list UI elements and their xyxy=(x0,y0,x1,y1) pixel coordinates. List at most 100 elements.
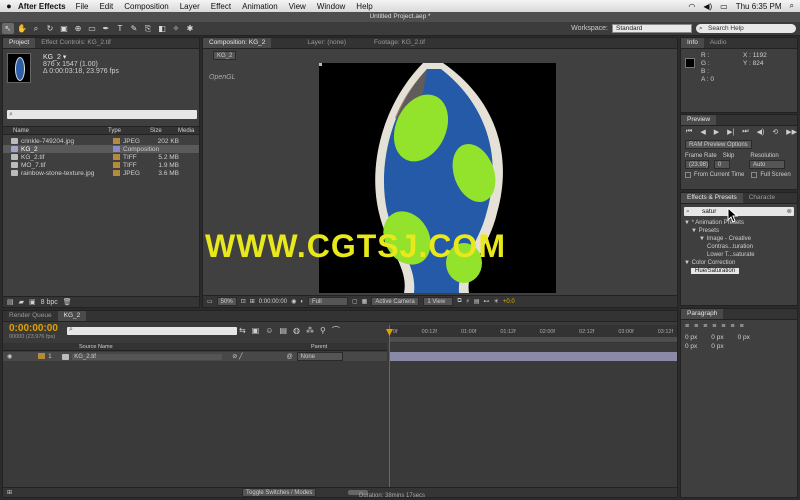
clock[interactable]: Thu 6:35 PM xyxy=(736,2,782,11)
trash-icon[interactable]: 🗑 xyxy=(63,298,72,306)
tree-item[interactable]: Lower T...saturate xyxy=(681,251,797,259)
justify-right-icon[interactable]: ≡ xyxy=(730,323,734,330)
label-swatch[interactable] xyxy=(113,138,120,144)
roto-tool-icon[interactable]: ✧ xyxy=(170,23,182,34)
layer-duration-bar[interactable] xyxy=(389,352,677,361)
from-current-checkbox[interactable] xyxy=(685,172,691,178)
timeline-timecode[interactable]: 0:00:00:00 xyxy=(9,323,58,334)
new-composition-icon[interactable]: ▣ xyxy=(29,298,36,306)
pickwhip-icon[interactable]: @ xyxy=(287,354,293,360)
align-right-icon[interactable]: ≡ xyxy=(703,323,707,330)
expand-switches-icon[interactable]: ⊞ xyxy=(7,489,12,496)
menu-composition[interactable]: Composition xyxy=(124,2,168,11)
apple-icon[interactable]: ● xyxy=(0,1,18,11)
pen-tool-icon[interactable]: ✒ xyxy=(100,23,112,34)
loop-icon[interactable]: ⟲ xyxy=(772,128,778,136)
always-preview-icon[interactable]: ▭ xyxy=(207,298,213,305)
region-of-interest-icon[interactable]: ▢ xyxy=(352,298,358,305)
list-item[interactable]: rainbow-stone-texture.jpg JPEG 3.6 MB xyxy=(3,169,199,177)
bit-depth-button[interactable]: 8 bpc xyxy=(41,299,58,306)
menu-help[interactable]: Help xyxy=(356,2,372,11)
layer-row[interactable]: ◉ 1 KG_2.tif ⊘ ╱ @ None xyxy=(3,352,387,361)
list-item[interactable]: crinkle-749204.jpg JPEG 202 KB xyxy=(3,137,199,145)
app-menu[interactable]: After Effects xyxy=(18,2,66,11)
switches-icon[interactable]: ⊘ ╱ xyxy=(232,353,242,360)
tab-audio[interactable]: Audio xyxy=(704,38,733,48)
motion-blur-icon[interactable]: ◍ xyxy=(293,326,300,335)
volume-icon[interactable]: ◀) xyxy=(703,2,712,11)
wifi-icon[interactable]: ◠ xyxy=(688,2,695,11)
frame-rate-select[interactable]: (23.98) xyxy=(685,160,709,169)
indent-left-field[interactable]: 0 px xyxy=(685,333,697,342)
align-center-icon[interactable]: ≡ xyxy=(694,323,698,330)
search-help-input[interactable]: ⌕ Search Help xyxy=(696,24,796,33)
project-search-input[interactable]: ⌕ xyxy=(7,110,197,119)
tree-item[interactable]: ▼ Color Correction xyxy=(681,259,797,267)
full-screen-checkbox[interactable] xyxy=(751,172,758,178)
menu-edit[interactable]: Edit xyxy=(99,2,113,11)
justify-center-icon[interactable]: ≡ xyxy=(721,323,725,330)
rotate-tool-icon[interactable]: ↻ xyxy=(44,23,56,34)
mask-tool-icon[interactable]: ▭ xyxy=(86,23,98,34)
interpret-footage-icon[interactable]: ▤ xyxy=(7,298,14,306)
prev-frame-icon[interactable]: ◀ xyxy=(700,128,705,136)
flowchart-icon[interactable]: ⊷ xyxy=(484,298,490,305)
label-swatch[interactable] xyxy=(113,170,120,176)
tree-item[interactable]: ▼ Image - Creative xyxy=(681,235,797,243)
ram-preview-options-select[interactable]: RAM Preview Options xyxy=(685,140,752,149)
column-size[interactable]: Size xyxy=(150,128,178,134)
tab-effects-presets[interactable]: Effects & Presets xyxy=(681,193,743,203)
indent-first-field[interactable]: 0 px xyxy=(738,333,750,342)
tab-footage[interactable]: Footage: KG_2.tif xyxy=(368,38,431,48)
frame-blending-icon[interactable]: ▤ xyxy=(279,326,287,335)
tree-item[interactable]: ▼ Presets xyxy=(681,227,797,235)
tab-composition[interactable]: Composition: KG_2 xyxy=(203,38,272,48)
audio-icon[interactable]: ◀) xyxy=(757,128,765,136)
justify-left-icon[interactable]: ≡ xyxy=(712,323,716,330)
playhead[interactable] xyxy=(389,325,390,487)
tab-render-queue[interactable]: Render Queue xyxy=(3,311,58,321)
brush-tool-icon[interactable]: ✎ xyxy=(128,23,140,34)
lock-icon[interactable]: ⚲ xyxy=(320,326,326,335)
ram-preview-icon[interactable]: ▶▶ xyxy=(786,128,797,136)
text-tool-icon[interactable]: T xyxy=(114,23,126,34)
zoom-tool-icon[interactable]: ⌕ xyxy=(30,23,42,34)
pan-behind-tool-icon[interactable]: ⊕ xyxy=(72,23,84,34)
work-area-bar[interactable] xyxy=(389,337,677,342)
justify-all-icon[interactable]: ≡ xyxy=(740,323,744,330)
tab-project[interactable]: Project xyxy=(3,38,36,48)
comp-subtab[interactable]: KG_2 xyxy=(213,50,237,60)
list-item[interactable]: KG_2.tif TIFF 5.2 MB xyxy=(3,153,199,161)
tab-paragraph[interactable]: Paragraph xyxy=(681,309,724,319)
brainstorm-icon[interactable]: ⁂ xyxy=(306,326,314,335)
resolution-select[interactable]: Full xyxy=(307,297,348,306)
layer-name[interactable]: KG_2.tif xyxy=(72,353,223,360)
snapshot-icon[interactable]: ◉ xyxy=(291,298,296,305)
fast-previews-icon[interactable]: ⚡ xyxy=(466,298,470,305)
column-source-name[interactable]: Source Name xyxy=(79,344,311,350)
list-item[interactable]: MO_7.tif TIFF 1.9 MB xyxy=(3,161,199,169)
skip-select[interactable]: 0 xyxy=(714,160,730,169)
exposure-icon[interactable]: ☀ xyxy=(494,298,499,305)
next-frame-icon[interactable]: ▶| xyxy=(727,128,734,136)
time-ruler[interactable]: 0f 00:12f 01:00f 01:12f 02:00f 02:12f 03… xyxy=(389,325,677,343)
hand-tool-icon[interactable]: ✋ xyxy=(16,23,28,34)
menu-layer[interactable]: Layer xyxy=(180,2,200,11)
menu-window[interactable]: Window xyxy=(317,2,345,11)
selection-tool-icon[interactable]: ↖ xyxy=(2,23,14,34)
shy-layers-icon[interactable]: ☺ xyxy=(265,326,273,335)
visibility-icon[interactable]: ◉ xyxy=(7,353,12,360)
spotlight-icon[interactable]: ⌕ xyxy=(790,1,794,11)
indent-right-field[interactable]: 0 px xyxy=(711,333,723,342)
resolution-select[interactable]: Auto xyxy=(749,160,785,169)
show-channel-icon[interactable]: ◐ xyxy=(300,299,304,305)
pixel-aspect-icon[interactable]: ⧉ xyxy=(457,298,461,305)
timeline-icon[interactable]: ▤ xyxy=(474,298,480,305)
new-folder-icon[interactable]: ▰ xyxy=(19,298,24,306)
label-swatch[interactable] xyxy=(113,154,120,160)
view-layout-select[interactable]: 1 View xyxy=(423,297,454,306)
list-item[interactable]: KG_2 Composition xyxy=(3,145,199,153)
toggle-switches-modes-button[interactable]: Toggle Switches / Modes xyxy=(242,488,317,497)
space-after-field[interactable]: 0 px xyxy=(711,342,723,351)
clone-tool-icon[interactable]: ⎘ xyxy=(142,23,154,34)
